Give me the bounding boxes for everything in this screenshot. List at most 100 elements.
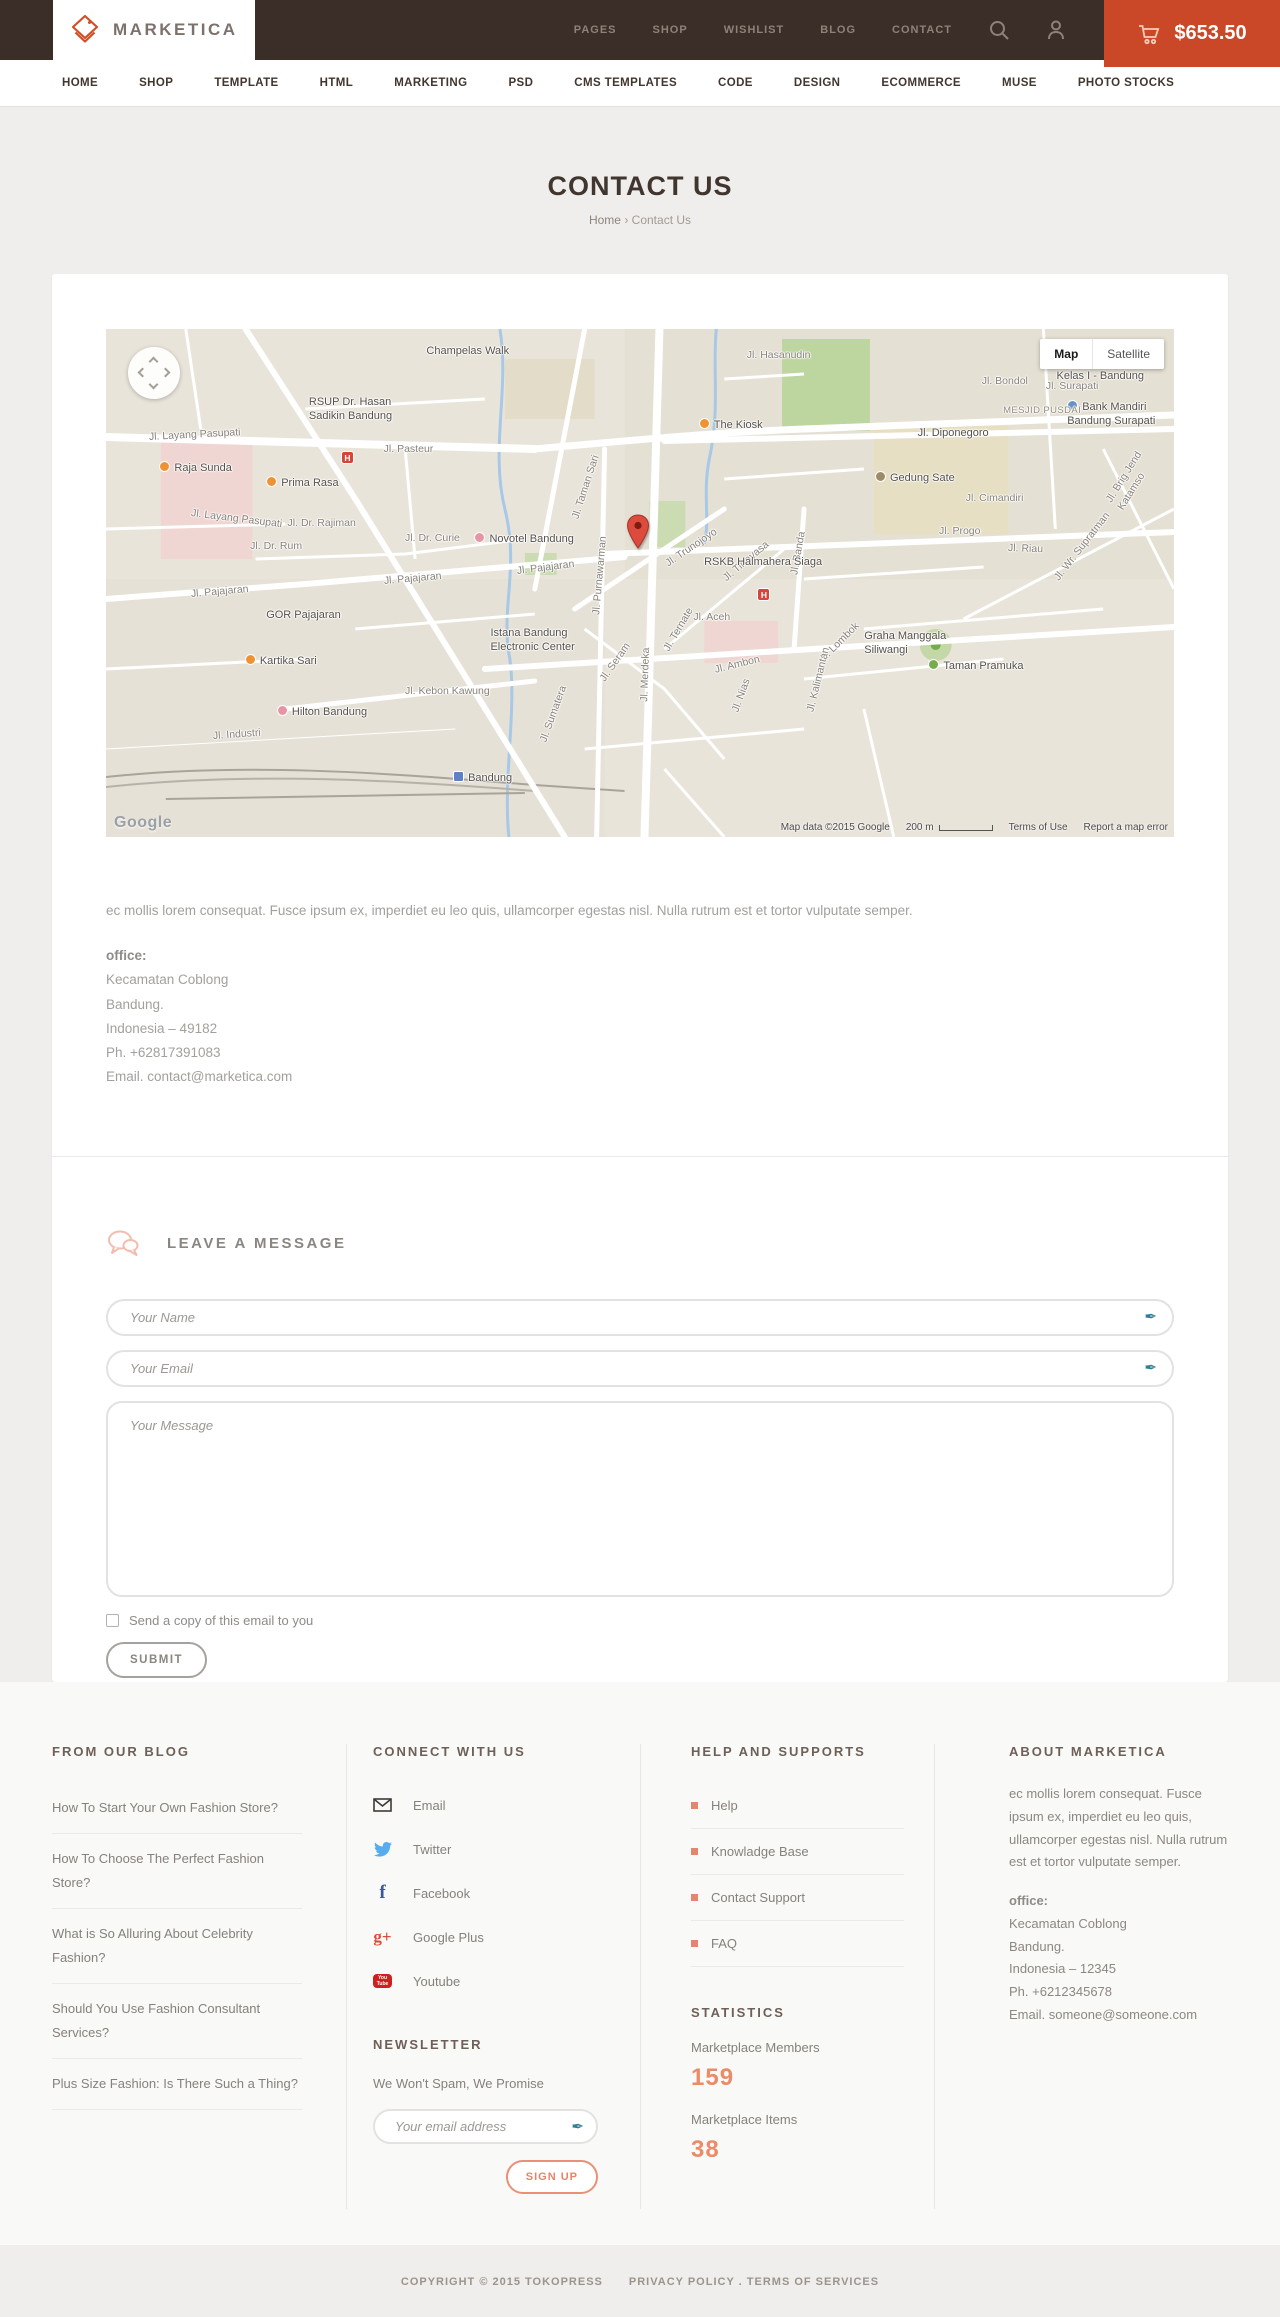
map-label: Jl. Ambon — [713, 653, 761, 677]
google-map[interactable]: Champelas WalkJl. HasanudinKantor Imigra… — [106, 329, 1174, 837]
blog-post-link[interactable]: Plus Size Fashion: Is There Such a Thing… — [52, 2059, 302, 2111]
signup-button[interactable]: SIGN UP — [505, 2160, 598, 2194]
menubar-item[interactable]: SHOP — [139, 77, 173, 89]
satellite-button[interactable]: Satellite — [1093, 339, 1164, 369]
blog-post-link[interactable]: How To Start Your Own Fashion Store? — [52, 1783, 302, 1835]
menubar-item[interactable]: HOME — [62, 77, 98, 89]
map-label: The Kiosk — [699, 418, 763, 432]
help-link-label: FAQ — [711, 1936, 738, 1951]
menubar-item[interactable]: CMS TEMPLATES — [574, 77, 677, 89]
social-link-youtube[interactable]: You Tube Youtube — [373, 1959, 598, 2003]
social-link-email[interactable]: Email — [373, 1783, 598, 1827]
breadcrumb-home[interactable]: Home — [589, 213, 621, 227]
menubar-item[interactable]: CODE — [718, 77, 753, 89]
blog-post-link[interactable]: How To Choose The Perfect Fashion Store? — [52, 1834, 302, 1910]
map-label: Jl. Pajajaran — [190, 583, 250, 601]
brand-name: MARKETICA — [113, 20, 238, 39]
square-bullet-icon — [691, 1802, 698, 1809]
email-input[interactable] — [106, 1349, 1174, 1387]
newsletter-tagline: We Won't Spam, We Promise — [373, 2076, 544, 2091]
submit-button[interactable]: SUBMIT — [106, 1641, 208, 1678]
map-label: Jl. Kebon Kawung — [405, 684, 490, 697]
social-link-googleplus[interactable]: g+ Google Plus — [373, 1915, 598, 1959]
blog-post-link[interactable]: What is So Alluring About Celebrity Fash… — [52, 1909, 302, 1985]
nav-contact[interactable]: CONTACT — [892, 24, 952, 36]
pan-left-icon[interactable] — [137, 367, 148, 378]
user-icon[interactable] — [1046, 19, 1066, 41]
map-label: Gedung Sate — [875, 471, 955, 485]
name-input[interactable] — [106, 1298, 1174, 1336]
statistics-section: STATISTICS Marketplace Members 159 Marke… — [691, 2005, 904, 2164]
search-icon[interactable] — [988, 19, 1010, 41]
menubar-item[interactable]: MUSE — [1002, 77, 1037, 89]
footer-connect-title: CONNECT WITH US — [373, 1744, 526, 1759]
blog-post-link[interactable]: Should You Use Fashion Consultant Servic… — [52, 1984, 302, 2060]
help-link[interactable]: Help — [691, 1783, 904, 1829]
map-label: Jl. Layang Pasupati — [190, 506, 284, 530]
map-label: Novotel Bandung — [474, 532, 573, 546]
menubar-item[interactable]: HTML — [320, 77, 354, 89]
send-copy-checkbox[interactable] — [106, 1613, 119, 1627]
social-link-facebook[interactable]: f Facebook — [373, 1871, 598, 1915]
newsletter-email-input[interactable] — [373, 2109, 598, 2144]
map-button[interactable]: Map — [1040, 339, 1094, 369]
menubar-item[interactable]: DESIGN — [794, 77, 841, 89]
nav-wishlist[interactable]: WISHLIST — [724, 24, 785, 36]
stat-members-value: 159 — [691, 2064, 735, 2091]
map-marker-pin[interactable] — [626, 514, 650, 555]
menubar-item[interactable]: PHOTO STOCKS — [1078, 77, 1174, 89]
map-label: Taman Pramuka — [928, 659, 1023, 673]
cart-button[interactable]: $653.50 — [1104, 0, 1280, 67]
terms-of-services-link[interactable]: TERMS OF SERVICES — [747, 2276, 879, 2288]
social-label: Facebook — [413, 1885, 471, 1901]
square-bullet-icon — [691, 1940, 698, 1947]
message-textarea[interactable] — [106, 1400, 1174, 1597]
menubar-item[interactable]: PSD — [508, 77, 533, 89]
help-link[interactable]: FAQ — [691, 1921, 904, 1967]
map-label: H — [757, 588, 771, 602]
leave-message-heading: LEAVE A MESSAGE — [167, 1235, 347, 1253]
send-copy-label: Send a copy of this email to you — [129, 1612, 314, 1628]
social-link-twitter[interactable]: Twitter — [373, 1827, 598, 1871]
footer: FROM OUR BLOG How To Start Your Own Fash… — [0, 1682, 1280, 2245]
office-line: Indonesia – 49182 — [106, 1020, 218, 1036]
menubar-item[interactable]: MARKETING — [394, 77, 467, 89]
social-label: Youtube — [413, 1973, 461, 1989]
pan-up-icon[interactable] — [148, 356, 159, 367]
footer-help-list: Help Knowladge Base Contact Support FAQ — [691, 1783, 904, 1967]
help-link[interactable]: Knowladge Base — [691, 1829, 904, 1875]
leave-message-section: LEAVE A MESSAGE ✒ ✒ Send a copy of this … — [52, 1155, 1228, 1678]
nav-pages[interactable]: PAGES — [574, 24, 617, 36]
terms-of-use-link[interactable]: Terms of Use — [1009, 822, 1068, 833]
brand-logo[interactable]: MARKETICA — [53, 0, 255, 60]
map-label: Jl. Kalimantan — [804, 646, 832, 713]
about-office-line: Email. someone@someone.com — [1009, 2006, 1198, 2022]
map-label: RSKB Halmahera Siaga — [704, 556, 823, 569]
contact-intro-text: ec mollis lorem consequat. Fusce ipsum e… — [106, 903, 913, 918]
map-label: Jl. Pajajaran — [516, 558, 576, 578]
about-office-block: office: Kecamatan Coblong Bandung. Indon… — [1009, 1890, 1228, 2027]
report-map-error-link[interactable]: Report a map error — [1084, 822, 1168, 833]
pan-right-icon[interactable] — [160, 367, 171, 378]
pen-icon: ✒ — [1144, 1308, 1157, 1326]
map-label: Jl. Pasteur — [383, 443, 434, 456]
pan-down-icon[interactable] — [148, 379, 159, 390]
google-logo[interactable]: Google — [114, 814, 172, 832]
nav-blog[interactable]: BLOG — [820, 24, 856, 36]
menubar-item[interactable]: ECOMMERCE — [881, 77, 961, 89]
twitter-icon — [373, 1841, 392, 1857]
menubar-item[interactable]: TEMPLATE — [214, 77, 278, 89]
nav-shop[interactable]: SHOP — [653, 24, 688, 36]
help-link[interactable]: Contact Support — [691, 1875, 904, 1921]
map-label: Jl. Hasanudin — [746, 349, 811, 362]
office-label: office: — [106, 948, 147, 963]
page-title: CONTACT US — [547, 171, 733, 201]
map-label: Jl. Riau — [1008, 542, 1044, 556]
help-link-label: Help — [711, 1798, 738, 1813]
privacy-policy-link[interactable]: PRIVACY POLICY — [629, 2276, 735, 2288]
map-label: Jl. Industri — [212, 726, 261, 743]
map-pan-control[interactable] — [128, 347, 180, 399]
map-label: Jl. Brig Jend Katamso — [1103, 448, 1148, 512]
map-label: Jl. Bondol — [981, 374, 1028, 387]
youtube-icon: You Tube — [373, 1973, 392, 1989]
